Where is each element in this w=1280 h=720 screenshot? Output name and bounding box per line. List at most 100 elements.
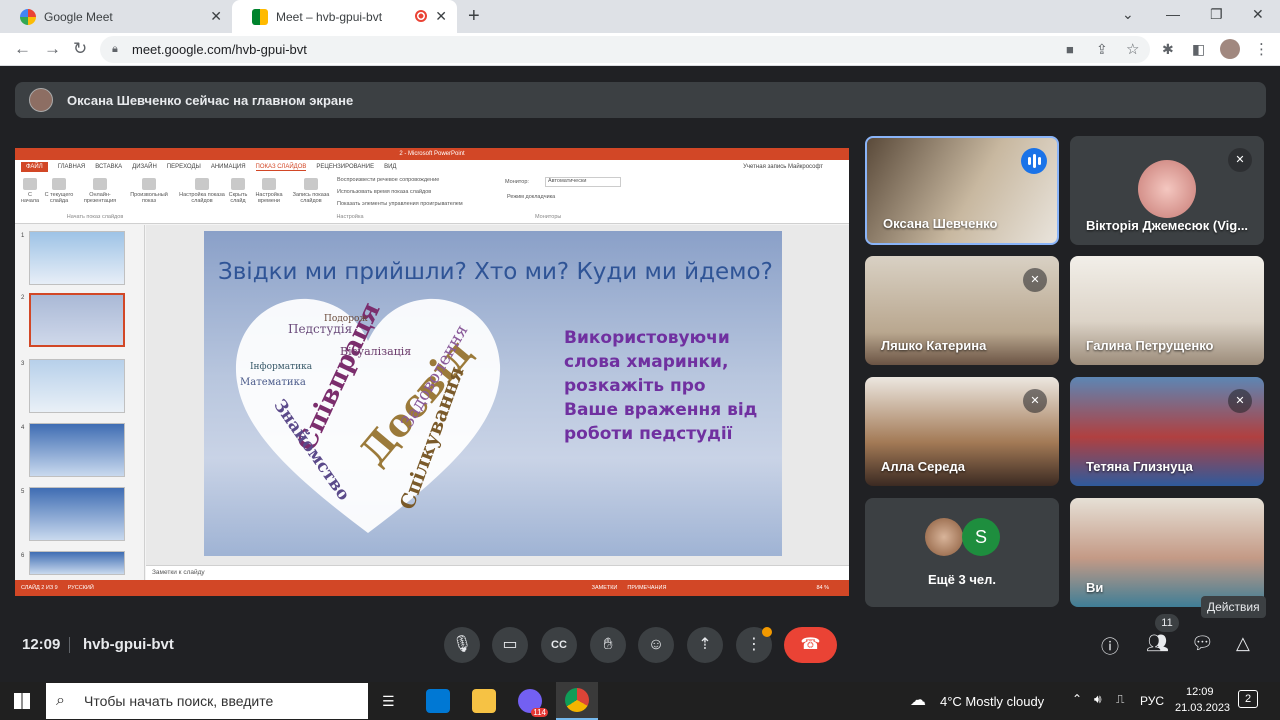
more-participants-tile[interactable]: S Ещё 3 чел. (865, 498, 1059, 607)
ppt-language: РУССКИЙ (67, 585, 94, 591)
ppt-tab: ВСТАВКА (95, 164, 123, 170)
bookmark-star-icon[interactable]: ☆ (1126, 40, 1139, 58)
participant-name: Ляшко Катерина (881, 338, 987, 353)
tray-chevron-icon[interactable]: ⌃ (1072, 692, 1082, 706)
viber-icon[interactable]: 114 (518, 689, 548, 717)
side-panel-icon[interactable]: ◧ (1192, 41, 1205, 58)
new-tab-button[interactable]: + (468, 5, 480, 28)
forward-icon[interactable]: → (44, 39, 61, 59)
slide-thumbnail (29, 231, 125, 285)
presenter-avatar (29, 88, 53, 112)
participant-tile[interactable]: ✕ Тетяна Глизнуца (1070, 377, 1264, 486)
thumb-number: 4 (21, 425, 25, 431)
windows-start-icon[interactable] (14, 693, 30, 709)
people-button[interactable]: 👥︎ (1146, 633, 1169, 654)
participant-name: Ви (1086, 580, 1104, 595)
participant-tile[interactable]: ✕ Вікторія Джемесюк (Vig... (1070, 136, 1264, 245)
windows-taskbar: ⌕ Чтобы начать поиск, введите ☰ 114 ☁ 4°… (0, 682, 1280, 720)
back-icon[interactable]: ← (14, 39, 31, 59)
task-view-icon[interactable]: ☰ (382, 693, 395, 710)
microsoft-store-icon[interactable] (426, 689, 450, 713)
thumb-number: 1 (21, 233, 25, 239)
volume-icon[interactable]: 🔊︎ (1094, 692, 1102, 707)
raise-hand-button[interactable]: ✋︎ (590, 627, 626, 663)
chat-button[interactable]: 💬︎ (1191, 633, 1214, 654)
participant-tile[interactable]: Оксана Шевченко (865, 136, 1059, 245)
search-icon: ⌕ (56, 692, 65, 709)
ppt-account: Учетная запись Майкрософт (743, 164, 823, 170)
tab-search-icon[interactable]: ⌄ (1122, 6, 1134, 23)
tab-google-meet[interactable]: Google Meet ✕ (0, 0, 232, 33)
slide-line: Ваше враження від (564, 400, 758, 420)
ppt-tab: ПЕРЕХОДЫ (166, 164, 201, 170)
clock-time[interactable]: 12:09 (1186, 686, 1214, 698)
presenter-banner: Оксана Шевченко сейчас на главном экране (15, 82, 1266, 118)
shared-screen-powerpoint: 2 - Microsoft PowerPoint ФАЙЛ ГЛАВНАЯ ВС… (15, 148, 849, 596)
close-tab-icon[interactable]: ✕ (210, 8, 222, 25)
leave-call-button[interactable]: ☎︎ (784, 627, 837, 663)
weather-text: 4°C Mostly cloudy (940, 694, 1045, 709)
search-placeholder: Чтобы начать поиск, введите (84, 693, 274, 709)
chrome-taskbar-item[interactable] (556, 682, 598, 720)
taskbar-search[interactable]: ⌕ Чтобы начать поиск, введите (46, 683, 368, 719)
participant-avatar (1138, 160, 1196, 218)
thumb-number: 5 (21, 489, 25, 495)
reload-icon[interactable]: ↻ (73, 39, 87, 59)
ppt-status-bar: СЛАЙД 2 ИЗ 9 РУССКИЙ ЗАМЕТКИ ПРИМЕЧАНИЯ … (15, 580, 849, 596)
file-explorer-icon[interactable] (472, 689, 496, 713)
ppt-tab: ВИД (384, 164, 397, 170)
mic-off-icon: ✕ (1228, 148, 1252, 172)
camera-icon[interactable]: ■ (1066, 42, 1074, 57)
participant-tile[interactable]: Галина Петрущенко (1070, 256, 1264, 365)
url-text: meet.google.com/hvb-gpui-bvt (132, 42, 307, 57)
ppt-slide-counter: СЛАЙД 2 ИЗ 9 (21, 585, 58, 591)
meet-icon (252, 8, 268, 25)
microphone-button[interactable]: 🎙︎ (444, 627, 480, 663)
activities-shapes-icon: △ (1236, 633, 1250, 653)
speaking-indicator-icon (1021, 148, 1047, 174)
ppt-slide-thumbnails: 1 2 3 4 5 6 (15, 225, 145, 580)
profile-avatar[interactable] (1220, 39, 1240, 59)
meeting-details-button[interactable]: ⓘ (1101, 633, 1119, 659)
minimize-icon[interactable]: — (1166, 6, 1180, 22)
slide-thumbnail-selected (29, 293, 125, 347)
network-icon[interactable]: ⎍ (1116, 692, 1124, 707)
close-tab-icon[interactable]: ✕ (435, 8, 447, 25)
slide-body-text: Використовуючи слова хмаринки, розкажіть… (564, 326, 757, 446)
clock-date[interactable]: 21.03.2023 (1175, 702, 1230, 714)
mic-off-icon: ✕ (1228, 389, 1252, 413)
extensions-icon[interactable]: ✱ (1162, 41, 1174, 58)
camera-button[interactable]: ▭ (492, 627, 528, 663)
menu-kebab-icon[interactable]: ⋮ (1254, 40, 1269, 58)
ribbon-monitor-label: Монитор: (505, 179, 529, 185)
participant-tile[interactable]: ✕ Алла Середа (865, 377, 1059, 486)
language-indicator[interactable]: РУС (1140, 694, 1164, 708)
reactions-button[interactable]: ☺ (638, 627, 674, 663)
share-icon[interactable]: ⇪ (1096, 41, 1108, 58)
cloud-word: Візуалізація (340, 345, 411, 358)
present-button[interactable]: ⇡ (687, 627, 723, 663)
captions-button[interactable]: CC (541, 627, 577, 663)
ppt-tab-file: ФАЙЛ (21, 162, 48, 172)
restore-icon[interactable]: ❐ (1210, 6, 1223, 23)
ribbon-hide: Скрыть слайд (225, 176, 251, 204)
notifications-icon[interactable]: 2 (1238, 690, 1258, 708)
slide-thumbnail (29, 551, 125, 575)
info-icon: ⓘ (1101, 637, 1119, 657)
activities-button[interactable]: △ (1236, 633, 1250, 654)
ribbon-group-label: Начать показ слайдов (66, 214, 124, 220)
address-bar[interactable]: 🔒︎ meet.google.com/hvb-gpui-bvt (100, 36, 1150, 63)
slide-line: слова хмаринки, (564, 352, 729, 372)
self-tile[interactable]: Ви (1070, 498, 1264, 607)
close-window-icon[interactable]: ✕ (1252, 6, 1264, 23)
ribbon-record: Запись показа слайдов (287, 176, 335, 204)
participant-tile[interactable]: ✕ Ляшко Катерина (865, 256, 1059, 365)
ribbon-group-label: Настройка (336, 214, 364, 220)
people-icon: 👥︎ (1146, 633, 1169, 653)
thumb-number: 6 (21, 553, 25, 559)
present-screen-icon: ⇡ (698, 636, 712, 653)
tab-meet-call[interactable]: Meet – hvb-gpui-bvt ✕ (232, 0, 457, 33)
more-options-button[interactable]: ⋮ (736, 627, 772, 663)
ribbon-from-current: С текущего слайда (43, 176, 75, 204)
ppt-tab: РЕЦЕНЗИРОВАНИЕ (316, 164, 375, 170)
